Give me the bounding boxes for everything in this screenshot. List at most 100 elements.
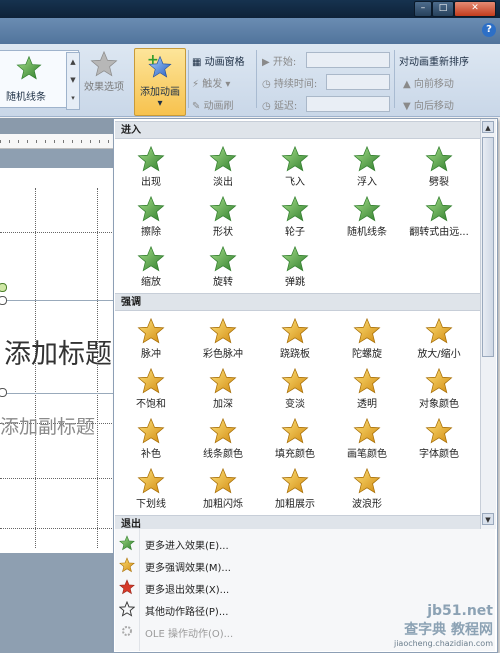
emphasis-effect-item[interactable]: 陀螺旋: [332, 313, 402, 365]
effect-label: 彩色脉冲: [203, 349, 243, 360]
entrance-effect-item[interactable]: 缩放: [116, 241, 186, 293]
entrance-effect-item[interactable]: 轮子: [260, 191, 330, 243]
entrance-effect-item[interactable]: 弹跳: [260, 241, 330, 293]
green-star-icon: [281, 195, 309, 223]
guide-line: [0, 528, 118, 529]
effect-label: 波浪形: [352, 499, 382, 510]
effect-label: 浮入: [357, 177, 377, 188]
effect-label: 补色: [141, 449, 161, 460]
horizontal-ruler: [0, 134, 115, 149]
scroll-down-icon[interactable]: ▼: [482, 513, 494, 525]
gold-star-icon: [209, 467, 237, 495]
effect-label: 淡出: [213, 177, 233, 188]
green-star-icon: [137, 245, 165, 273]
svg-text:+: +: [147, 53, 159, 68]
effect-label: 出现: [141, 177, 161, 188]
gold-star-icon: [353, 467, 381, 495]
delay-label: ◷ 延迟:: [262, 101, 298, 112]
emphasis-effect-item[interactable]: 彩色脉冲: [188, 313, 258, 365]
maximize-button[interactable]: □: [432, 1, 454, 17]
emphasis-effect-item[interactable]: 加粗闪烁: [188, 463, 258, 515]
random-bars-star-icon: [16, 55, 42, 81]
emphasis-effect-item[interactable]: 填充颜色: [260, 413, 330, 465]
entrance-effect-item[interactable]: 翻转式由远...: [404, 191, 474, 243]
effect-label: 线条颜色: [203, 449, 243, 460]
gold-star-icon: [281, 417, 309, 445]
resize-handle[interactable]: [0, 296, 7, 305]
scroll-up-icon[interactable]: ▲: [482, 121, 494, 133]
trigger-button[interactable]: ⚡ 触发 ▾: [192, 75, 230, 90]
effect-label: 加粗闪烁: [203, 499, 243, 510]
emphasis-effect-item[interactable]: 字体颜色: [404, 413, 474, 465]
more-exit-effects-item[interactable]: 更多退出效果(X)...: [115, 576, 495, 598]
emphasis-effect-item[interactable]: 放大/缩小: [404, 313, 474, 365]
gallery-up-icon[interactable]: ▲: [67, 53, 79, 71]
entrance-effect-item[interactable]: 出现: [116, 141, 186, 193]
effect-options-label: 效果选项: [84, 82, 124, 93]
gallery-scroll[interactable]: ▲ ▼ ▾: [66, 52, 80, 110]
entrance-effect-item[interactable]: 劈裂: [404, 141, 474, 193]
entrance-effect-item[interactable]: 随机线条: [332, 191, 402, 243]
green-star-icon: [137, 195, 165, 223]
gold-star-icon: [281, 367, 309, 395]
effect-label: 随机线条: [347, 227, 387, 238]
more-entrance-effects-item[interactable]: 更多进入效果(E)...: [115, 532, 495, 554]
entrance-effect-item[interactable]: 淡出: [188, 141, 258, 193]
entrance-effect-item[interactable]: 浮入: [332, 141, 402, 193]
duration-input[interactable]: [326, 74, 390, 90]
start-select[interactable]: [306, 52, 390, 68]
emphasis-effect-item[interactable]: 不饱和: [116, 363, 186, 415]
scroll-thumb[interactable]: [482, 137, 494, 357]
rotate-handle[interactable]: [0, 283, 7, 292]
section-emphasis: 强调: [115, 293, 482, 311]
emphasis-effect-item[interactable]: 下划线: [116, 463, 186, 515]
emphasis-effect-item[interactable]: 波浪形: [332, 463, 402, 515]
effect-options-button[interactable]: 效果选项: [84, 48, 124, 93]
move-earlier-button[interactable]: ▲ 向前移动: [403, 75, 454, 90]
animation-painter-button[interactable]: ✎ 动画刷: [192, 97, 234, 112]
entrance-effect-item[interactable]: 形状: [188, 191, 258, 243]
delay-input[interactable]: [306, 96, 390, 112]
gallery-more-icon[interactable]: ▾: [67, 89, 79, 107]
emphasis-effect-item[interactable]: 变淡: [260, 363, 330, 415]
move-later-button[interactable]: ▼ 向后移动: [403, 97, 454, 112]
add-animation-dropdown-icon: ▾: [157, 98, 163, 109]
resize-handle[interactable]: [0, 388, 7, 397]
emphasis-effect-item[interactable]: 透明: [332, 363, 402, 415]
emphasis-effect-item[interactable]: 对象颜色: [404, 363, 474, 415]
effect-label: 缩放: [141, 277, 161, 288]
gallery-down-icon[interactable]: ▼: [67, 71, 79, 89]
add-animation-label: 添加动画: [140, 87, 180, 98]
emphasis-effect-item[interactable]: 加粗展示: [260, 463, 330, 515]
panel-scrollbar[interactable]: ▲ ▼: [480, 119, 496, 529]
clock-icon: ◷: [262, 101, 274, 112]
help-icon[interactable]: ?: [482, 23, 496, 37]
effect-label: 透明: [357, 399, 377, 410]
effect-label: 旋转: [213, 277, 233, 288]
entrance-effect-item[interactable]: 旋转: [188, 241, 258, 293]
green-star-icon: [281, 245, 309, 273]
emphasis-effect-item[interactable]: 跷跷板: [260, 313, 330, 365]
ribbon-tabs-row: ?: [0, 18, 500, 44]
add-animation-button[interactable]: + 添加动画 ▾: [134, 48, 186, 116]
close-button[interactable]: ✕: [454, 1, 496, 17]
emphasis-effect-item[interactable]: 加深: [188, 363, 258, 415]
effect-label: 加粗展示: [275, 499, 315, 510]
more-emphasis-effects-item[interactable]: 更多强调效果(M)...: [115, 554, 495, 576]
gold-star-icon: [425, 367, 453, 395]
effect-label: 下划线: [136, 499, 166, 510]
entrance-effect-item[interactable]: 擦除: [116, 191, 186, 243]
green-star-icon: [209, 245, 237, 273]
emphasis-effect-item[interactable]: 补色: [116, 413, 186, 465]
gold-star-icon: [137, 417, 165, 445]
emphasis-effect-item[interactable]: 线条颜色: [188, 413, 258, 465]
minimize-button[interactable]: –: [414, 1, 432, 17]
entrance-effect-item[interactable]: 飞入: [260, 141, 330, 193]
slide-subtitle-placeholder[interactable]: 添加副标题: [0, 412, 95, 439]
animation-pane-button[interactable]: ▦ 动画窗格: [192, 53, 245, 68]
emphasis-effect-item[interactable]: 脉冲: [116, 313, 186, 365]
green-star-icon: [425, 195, 453, 223]
emphasis-effect-item[interactable]: 画笔颜色: [332, 413, 402, 465]
slide-title-placeholder[interactable]: 添加标题: [4, 332, 112, 371]
effect-label: 加深: [213, 399, 233, 410]
